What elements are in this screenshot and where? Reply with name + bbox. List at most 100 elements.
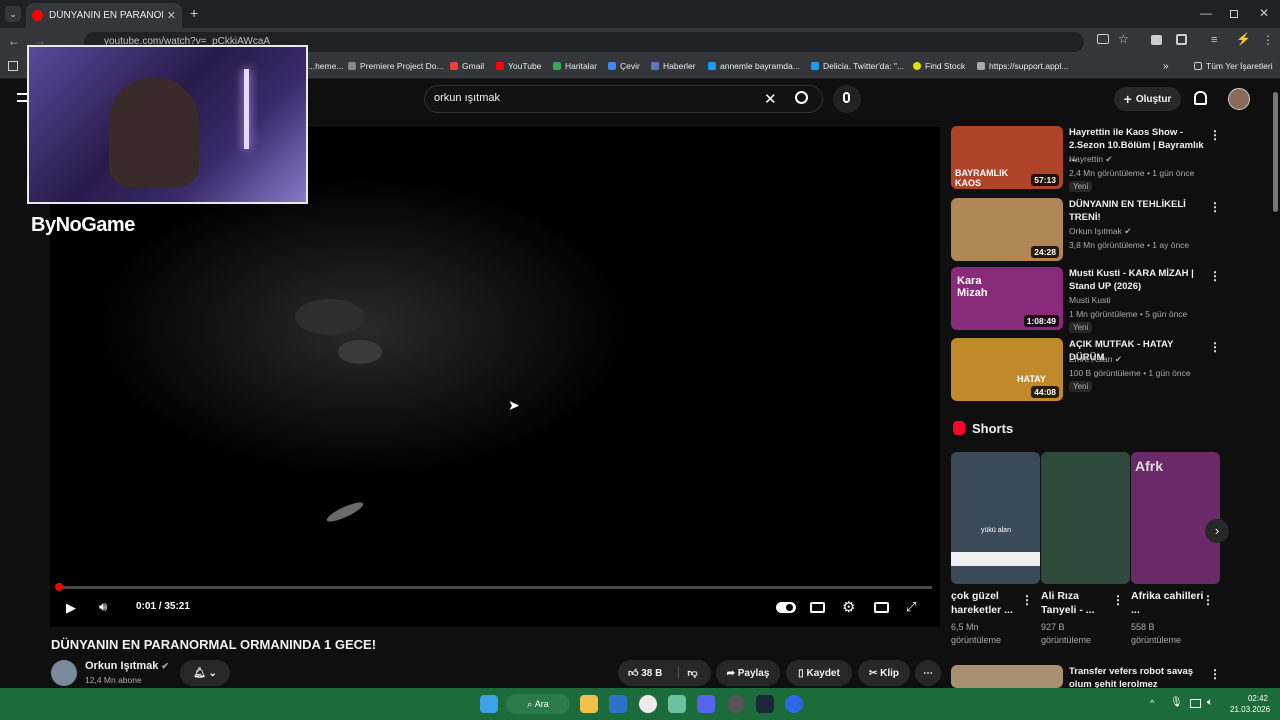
window-close-button[interactable]: ✕: [1259, 6, 1269, 20]
bookmark-item[interactable]: Gmail: [450, 61, 484, 71]
tab-close-icon[interactable]: ✕: [167, 9, 176, 22]
time-display: 0:01 / 35:21: [136, 601, 190, 612]
more-options-icon[interactable]: ⋮: [1021, 593, 1033, 607]
scrollbar-thumb[interactable]: [1273, 92, 1278, 212]
apps-grid-icon[interactable]: [8, 61, 18, 71]
short-card[interactable]: Afrk: [1131, 452, 1220, 584]
video-thumbnail[interactable]: BAYRAMLIK KAOS 57:13: [951, 126, 1063, 189]
chrome-menu-icon[interactable]: ⋮: [1262, 33, 1274, 47]
bookmark-item[interactable]: annemle bayramda...: [708, 61, 800, 71]
save-button[interactable]: ▯ Kaydet: [786, 660, 852, 686]
fullscreen-icon[interactable]: ⤢: [906, 599, 916, 615]
more-options-icon[interactable]: ⋮: [1112, 593, 1124, 607]
clip-button[interactable]: ✂ Klip: [858, 660, 910, 686]
steam-icon[interactable]: [756, 695, 774, 713]
new-badge: Yeni: [1069, 181, 1093, 192]
more-options-icon[interactable]: ⋮: [1209, 128, 1221, 142]
subtitles-icon[interactable]: [810, 602, 825, 613]
channel-avatar[interactable]: [51, 660, 77, 686]
network-icon[interactable]: [1190, 699, 1201, 708]
more-options-icon[interactable]: ⋮: [1209, 667, 1221, 681]
app-icon[interactable]: [668, 695, 686, 713]
bookmark-item[interactable]: Haritalar: [553, 61, 597, 71]
bolt-extension-icon[interactable]: ⚡: [1236, 32, 1251, 46]
recommendation-item[interactable]: BAYRAMLIK KAOS 57:13 Hayrettin ile Kaos …: [951, 126, 1221, 192]
more-options-icon[interactable]: ⋮: [1209, 340, 1221, 354]
short-card[interactable]: yükü alan: [951, 452, 1040, 584]
subscribed-bell-button[interactable]: 🔔︎ ⌄: [180, 660, 230, 686]
bookmark-item[interactable]: Delicia. Twitter'da: "...: [811, 61, 904, 71]
more-options-icon[interactable]: ⋮: [1209, 269, 1221, 283]
new-badge: Yeni: [1069, 381, 1093, 392]
recommendation-item[interactable]: 24:28 DÜNYANIN EN TEHLİKELİ TRENİ! Orkun…: [951, 198, 1221, 264]
taskbar-clock[interactable]: 02:42 21.03.2026: [1230, 693, 1270, 715]
chrome-icon[interactable]: [639, 695, 657, 713]
bell-icon: 🔔︎: [193, 667, 206, 679]
bookmark-item[interactable]: Haberler: [651, 61, 696, 71]
recommendation-item[interactable]: HATAY 44:08 AÇIK MUTFAK - HATAY DÜRÜM Em…: [951, 338, 1221, 404]
miniplayer-icon[interactable]: [874, 602, 889, 613]
app-icon[interactable]: [727, 695, 745, 713]
bookmarks-overflow-icon[interactable]: »: [1163, 61, 1169, 72]
like-button[interactable]: 👍︎ 38 B: [628, 667, 662, 679]
play-icon[interactable]: ▶: [66, 600, 76, 616]
video-thumbnail[interactable]: 24:28: [951, 198, 1063, 261]
bookmark-item[interactable]: YouTube: [496, 61, 541, 71]
dislike-button[interactable]: 👎︎: [678, 667, 698, 679]
clear-search-icon[interactable]: ✕: [764, 90, 777, 108]
video-thumbnail[interactable]: Kara Mizah 1:08:49: [951, 267, 1063, 330]
recommendation-meta: 3,8 Mn görüntüleme • 1 ay önce: [1069, 240, 1190, 250]
share-button[interactable]: ➦ Paylaş: [716, 660, 780, 686]
recommendation-title: Musti Kusti - KARA MİZAH | Stand UP (202…: [1069, 268, 1194, 292]
bookmark-star-icon[interactable]: ☆: [1118, 32, 1129, 46]
video-thumbnail[interactable]: [951, 665, 1063, 688]
app-icon[interactable]: [785, 695, 803, 713]
shorts-next-button[interactable]: ›: [1205, 519, 1229, 543]
more-options-icon[interactable]: ⋮: [1202, 593, 1214, 607]
webcam-overlay: [27, 45, 308, 204]
start-windows-icon[interactable]: [480, 695, 498, 713]
back-icon[interactable]: ←: [8, 34, 20, 48]
voice-search-button[interactable]: [833, 85, 861, 113]
page-scrollbar[interactable]: [1270, 80, 1280, 688]
file-explorer-icon[interactable]: [580, 695, 598, 713]
recommendation-item[interactable]: Kara Mizah 1:08:49 Musti Kusti - KARA Mİ…: [951, 267, 1221, 333]
autoplay-toggle[interactable]: [776, 602, 796, 613]
minimize-button[interactable]: —: [1200, 6, 1212, 20]
recommendation-item[interactable]: Transfer vefers robot savaş olum şehit l…: [951, 665, 1221, 688]
extension-icon[interactable]: [1151, 35, 1162, 45]
channel-name[interactable]: Orkun Işıtmak ✔: [85, 660, 169, 672]
video-thumbnail[interactable]: HATAY 44:08: [951, 338, 1063, 401]
settings-gear-icon[interactable]: ⚙: [842, 598, 855, 616]
install-app-icon[interactable]: [1097, 34, 1109, 44]
taskbar-search[interactable]: ⌕ Ara: [506, 694, 570, 714]
new-tab-button[interactable]: +: [190, 5, 198, 21]
plus-icon: +: [1123, 91, 1132, 107]
microphone-tray-icon[interactable]: 🎙︎: [1170, 697, 1183, 708]
search-icon[interactable]: [795, 91, 808, 104]
media-control-icon[interactable]: ≡: [1211, 34, 1217, 46]
notifications-bell-icon[interactable]: [1194, 91, 1207, 105]
discord-icon[interactable]: [697, 695, 715, 713]
volume-icon[interactable]: 🔊︎: [99, 599, 107, 615]
bookmark-item[interactable]: ...heme...: [308, 61, 343, 71]
tab-active[interactable]: DÜNYANIN EN PARANORMAL ORMANINDA 1 GECE!…: [26, 3, 182, 28]
more-options-icon[interactable]: ⋮: [1209, 200, 1221, 214]
all-bookmarks-folder[interactable]: Tüm Yer İşaretleri: [1194, 61, 1273, 71]
extensions-puzzle-icon[interactable]: [1176, 34, 1187, 45]
tab-search-button[interactable]: ⌄: [5, 6, 21, 22]
bookmark-item[interactable]: https://support.appl...: [977, 61, 1068, 71]
more-actions-button[interactable]: ⋯: [915, 660, 941, 686]
progress-bar[interactable]: [58, 586, 932, 589]
maximize-button[interactable]: [1230, 10, 1238, 18]
create-button[interactable]: + Oluştur: [1114, 87, 1181, 111]
tray-chevron-icon[interactable]: ^: [1150, 698, 1154, 708]
bookmark-item[interactable]: Çevir: [608, 61, 640, 71]
account-avatar[interactable]: [1228, 88, 1250, 110]
bookmark-item[interactable]: Premiere Project Do...: [348, 61, 444, 71]
speaker-icon[interactable]: 🔈︎: [1207, 697, 1213, 708]
progress-scrubber[interactable]: [55, 583, 63, 591]
short-card[interactable]: [1041, 452, 1130, 584]
bookmark-item[interactable]: Find Stock: [913, 61, 965, 71]
mail-icon[interactable]: [609, 695, 627, 713]
